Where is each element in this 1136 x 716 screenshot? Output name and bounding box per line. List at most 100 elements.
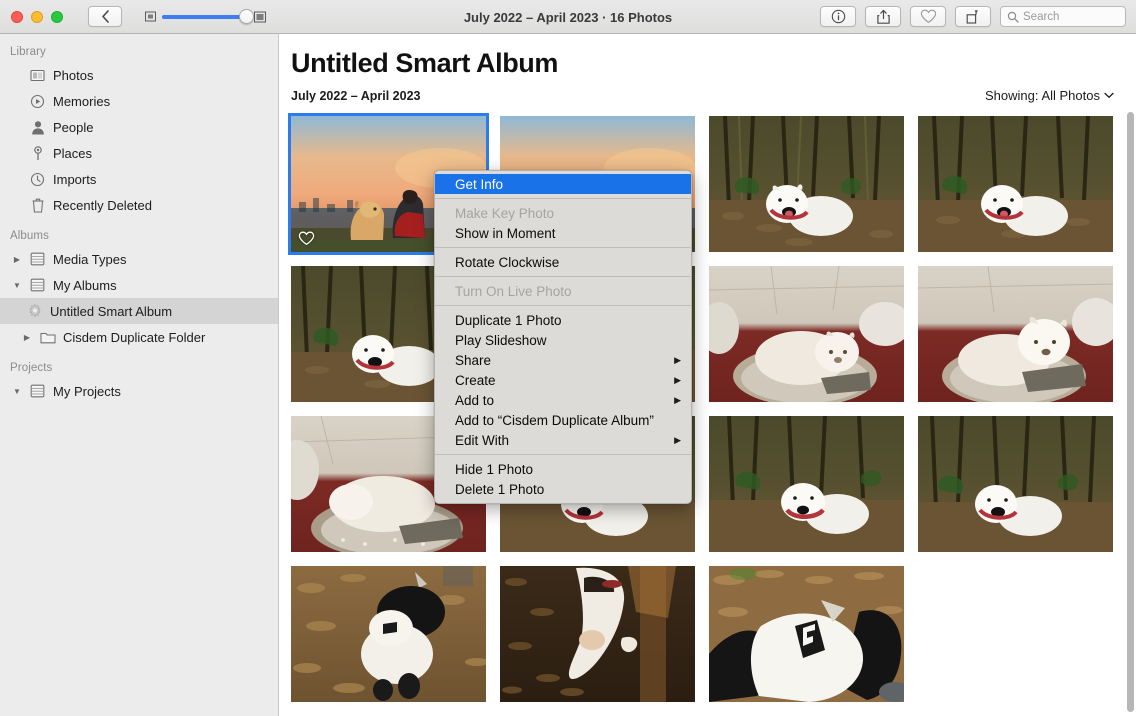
menu-item-edit-with[interactable]: Edit With ▶ — [435, 430, 691, 450]
photo-thumbnail[interactable] — [709, 566, 904, 702]
sidebar-item-memories[interactable]: ▶ Memories — [0, 88, 278, 114]
gear-icon — [26, 303, 43, 320]
photo-thumbnail[interactable] — [291, 566, 486, 702]
thumbnail-size-slider-group[interactable] — [144, 8, 267, 24]
menu-item-create[interactable]: Create ▶ — [435, 370, 691, 390]
menu-item-label: Play Slideshow — [455, 332, 547, 348]
menu-item-hide-1-photo[interactable]: Hide 1 Photo — [435, 459, 691, 479]
photo-thumbnail[interactable] — [709, 416, 904, 552]
slider-knob[interactable] — [239, 8, 254, 24]
photo-thumbnail[interactable] — [500, 566, 695, 702]
sidebar-item-photos[interactable]: ▶ Photos — [0, 62, 278, 88]
sidebar-item-label: Media Types — [53, 251, 127, 267]
submenu-arrow-icon: ▶ — [674, 374, 681, 385]
menu-item-rotate-clockwise[interactable]: Rotate Clockwise — [435, 252, 691, 272]
rotate-button[interactable] — [955, 6, 991, 27]
photo-dog-ground-1[interactable] — [500, 566, 695, 702]
menu-item-label: Duplicate 1 Photo — [455, 312, 562, 328]
sidebar-item-media-types[interactable]: ▶ Media Types — [0, 246, 278, 272]
photo-samoyed-bamboo-7[interactable] — [918, 416, 1113, 552]
showing-label: Showing: — [984, 88, 1039, 103]
menu-item-turn-on-live-photo: Turn On Live Photo — [435, 281, 691, 301]
menu-item-delete-1-photo[interactable]: Delete 1 Photo — [435, 479, 691, 499]
disclosure-expanded-icon[interactable]: ▼ — [12, 387, 22, 396]
menu-item-label: Rotate Clockwise — [455, 254, 560, 270]
sidebar-item-places[interactable]: ▶ Places — [0, 140, 278, 166]
thumbnail-size-slider[interactable] — [162, 8, 254, 24]
vertical-scrollbar[interactable] — [1127, 112, 1134, 712]
album-stack-icon — [29, 383, 46, 400]
menu-item-label: Delete 1 Photo — [455, 481, 545, 497]
sidebar-item-recently-deleted[interactable]: ▶ Recently Deleted — [0, 192, 278, 218]
share-button[interactable] — [865, 6, 901, 27]
menu-item-duplicate-1-photo[interactable]: Duplicate 1 Photo — [435, 310, 691, 330]
sidebar-section-library: Library — [10, 46, 46, 58]
menu-item-label: Add to “Cisdem Duplicate Album” — [455, 412, 654, 428]
favorite-button[interactable] — [910, 6, 946, 27]
menu-item-add-to[interactable]: Add to ▶ — [435, 390, 691, 410]
page-title: Untitled Smart Album — [291, 48, 559, 78]
sidebar-item-imports[interactable]: ▶ Imports — [0, 166, 278, 192]
rotate-icon — [966, 9, 978, 24]
info-icon — [831, 9, 845, 24]
window-titlebar: July 2022 – April 2023 · 16 Photos Searc… — [0, 0, 1136, 34]
search-input[interactable]: Search — [1000, 6, 1126, 27]
menu-item-label: Show in Moment — [455, 225, 556, 241]
menu-item-make-key-photo: Make Key Photo — [435, 203, 691, 223]
sidebar-item-label: Photos — [53, 67, 94, 83]
chevron-left-icon — [101, 10, 109, 23]
menu-item-play-slideshow[interactable]: Play Slideshow — [435, 330, 691, 350]
sidebar-section-projects: Projects — [10, 362, 53, 374]
disclosure-expanded-icon[interactable]: ▼ — [12, 281, 22, 290]
photo-thumbnail[interactable] — [709, 116, 904, 252]
photo-thumbnail[interactable] — [918, 416, 1113, 552]
zoom-button[interactable] — [51, 10, 63, 23]
album-stack-icon — [29, 251, 46, 268]
sidebar-item-my-albums[interactable]: ▼ My Albums — [0, 272, 278, 298]
photo-dog-coat[interactable] — [709, 566, 904, 702]
close-button[interactable] — [11, 10, 23, 23]
sidebar-item-label: My Albums — [53, 277, 117, 293]
sidebar-item-people[interactable]: ▶ People — [0, 114, 278, 140]
photo-samoyed-bamboo-6[interactable] — [709, 416, 904, 552]
back-button[interactable] — [88, 6, 122, 27]
photo-dog-basket-1[interactable] — [709, 266, 904, 402]
disclosure-spacer: ▶ — [12, 201, 22, 210]
disclosure-collapsed-icon[interactable]: ▶ — [22, 333, 32, 342]
context-menu: Get Info Make Key Photo Show in Moment R… — [434, 170, 692, 504]
photo-samoyed-bamboo-1[interactable] — [709, 116, 904, 252]
menu-item-share[interactable]: Share ▶ — [435, 350, 691, 370]
date-range-label: July 2022 – April 2023 — [291, 88, 421, 103]
disclosure-collapsed-icon[interactable]: ▶ — [12, 255, 22, 264]
subheader-row: July 2022 – April 2023 Showing: All Phot… — [280, 79, 1136, 103]
menu-item-show-in-moment[interactable]: Show in Moment — [435, 223, 691, 243]
photo-thumbnail[interactable] — [918, 266, 1113, 402]
disclosure-spacer: ▶ — [12, 71, 22, 80]
info-button[interactable] — [820, 6, 856, 27]
sidebar: Library ▶ Photos ▶ Memories ▶ People ▶ P… — [0, 34, 279, 716]
photo-thumbnail[interactable] — [918, 116, 1113, 252]
menu-item-get-info[interactable]: Get Info — [435, 174, 691, 194]
photo-grid — [280, 113, 1136, 702]
submenu-arrow-icon: ▶ — [674, 434, 681, 445]
photo-black-white-puppy[interactable] — [291, 566, 486, 702]
disclosure-spacer: ▶ — [12, 97, 22, 106]
minimize-button[interactable] — [31, 10, 43, 23]
photo-dog-basket-2[interactable] — [918, 266, 1113, 402]
menu-separator — [435, 454, 691, 455]
sidebar-item-label: Memories — [53, 93, 111, 109]
sidebar-item-my-projects[interactable]: ▼ My Projects — [0, 378, 278, 404]
traffic-lights — [11, 10, 63, 23]
folder-icon — [39, 329, 56, 346]
showing-filter[interactable]: Showing: All Photos — [985, 88, 1114, 103]
disclosure-spacer: ▶ — [12, 149, 22, 158]
photo-thumbnail[interactable] — [709, 266, 904, 402]
disclosure-spacer: ▶ — [12, 175, 22, 184]
memories-icon — [29, 93, 46, 110]
toolbar-right-group: Search — [820, 6, 1126, 27]
sidebar-item-untitled-smart-album[interactable]: Untitled Smart Album — [0, 298, 278, 324]
menu-item-add-to-cisdem-duplicate-album[interactable]: Add to “Cisdem Duplicate Album” — [435, 410, 691, 430]
photo-samoyed-bamboo-2[interactable] — [918, 116, 1113, 252]
sidebar-item-label: Recently Deleted — [53, 197, 152, 213]
sidebar-item-cisdem-duplicate-folder[interactable]: ▶ Cisdem Duplicate Folder — [0, 324, 278, 350]
